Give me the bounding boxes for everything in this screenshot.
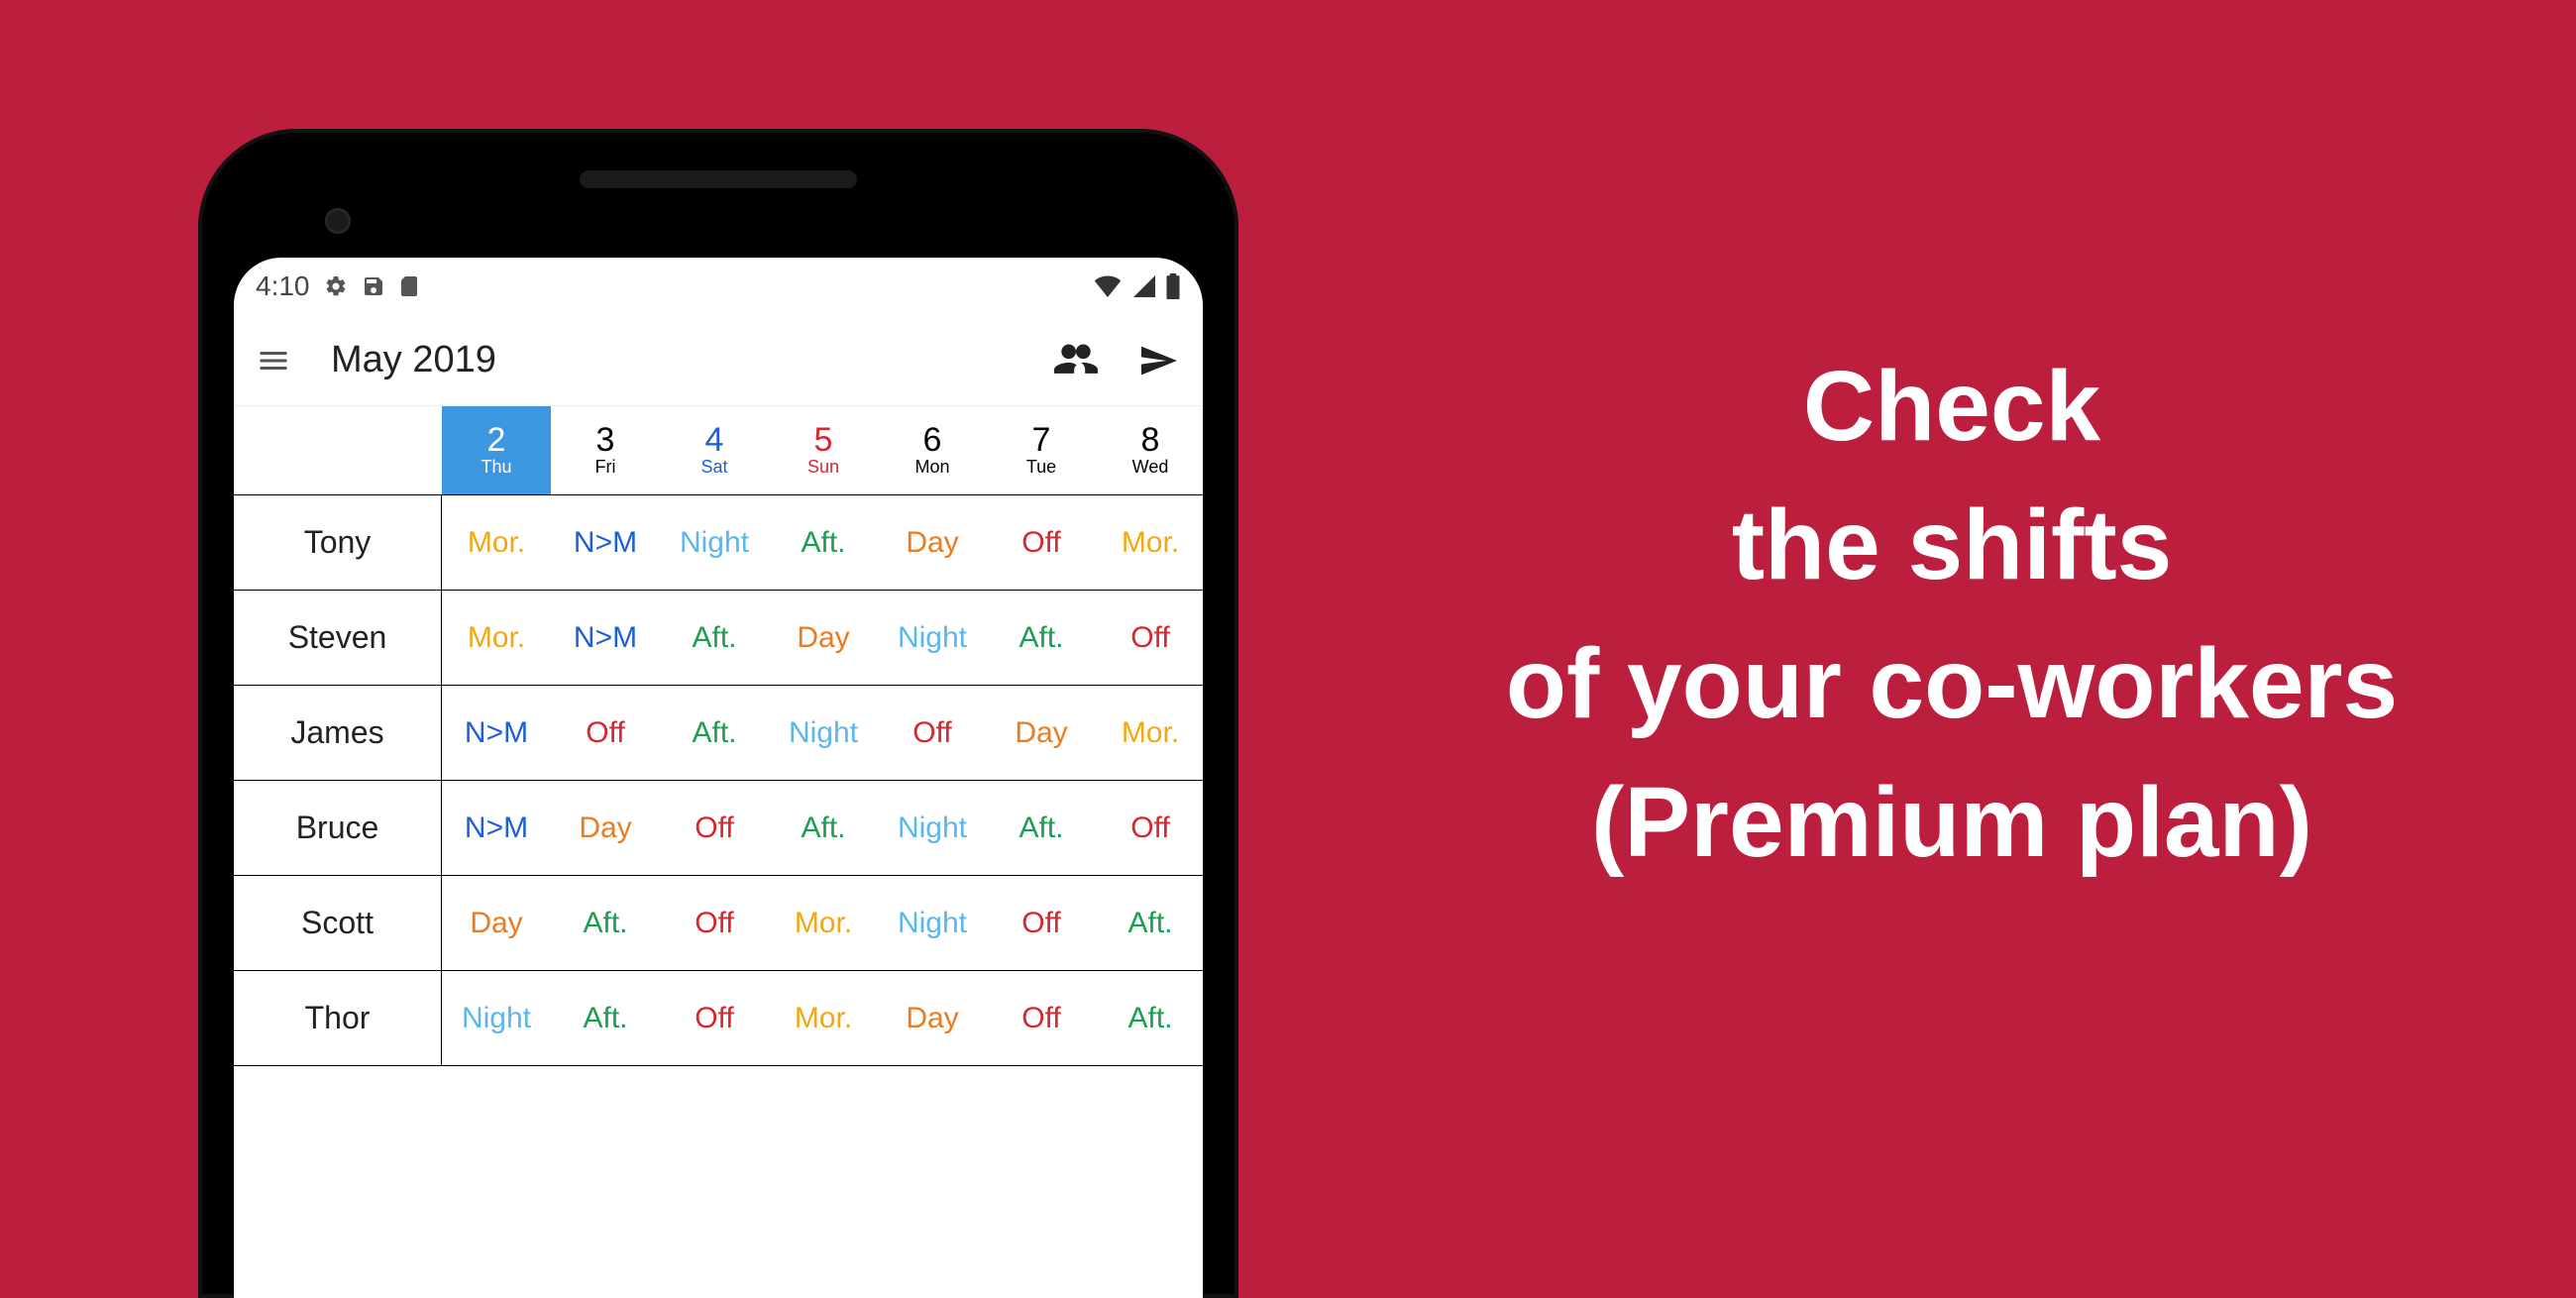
sd-card-icon	[399, 274, 419, 298]
people-icon[interactable]	[1054, 343, 1098, 379]
worker-name[interactable]: Scott	[234, 876, 442, 970]
day-label: Tue	[1026, 457, 1056, 479]
shift-cell[interactable]: Off	[1096, 781, 1203, 875]
promo-line: (Premium plan)	[1367, 753, 2536, 892]
shift-cell[interactable]: Off	[660, 971, 769, 1065]
worker-name[interactable]: Thor	[234, 971, 442, 1065]
shift-cell[interactable]: Off	[660, 876, 769, 970]
promo-headline: Check the shifts of your co-workers (Pre…	[1367, 337, 2536, 892]
shift-cell[interactable]: Night	[660, 495, 769, 590]
gear-icon	[324, 274, 348, 298]
shift-cell[interactable]: Aft.	[769, 495, 878, 590]
wifi-icon	[1094, 275, 1122, 297]
shift-cell[interactable]: Aft.	[769, 781, 878, 875]
shift-cell[interactable]: Day	[878, 971, 987, 1065]
day-label: Sun	[807, 457, 839, 479]
shift-cell[interactable]: Aft.	[660, 686, 769, 780]
shift-cell[interactable]: Mor.	[442, 495, 551, 590]
shift-cell[interactable]: N>M	[551, 495, 660, 590]
day-header[interactable]: 8Wed	[1096, 406, 1203, 494]
app-title[interactable]: May 2019	[331, 339, 496, 381]
day-header[interactable]: 7Tue	[987, 406, 1096, 494]
table-row: ScottDayAft.OffMor.NightOffAft.	[234, 876, 1203, 971]
shift-cell[interactable]: Off	[1096, 591, 1203, 685]
shift-cell[interactable]: Aft.	[1096, 971, 1203, 1065]
shift-cell[interactable]: N>M	[551, 591, 660, 685]
day-number: 8	[1141, 423, 1160, 457]
shift-cell[interactable]: Off	[660, 781, 769, 875]
shift-cell[interactable]: Mor.	[769, 971, 878, 1065]
name-column-header	[234, 406, 442, 494]
shift-cell[interactable]: Day	[769, 591, 878, 685]
shift-cell[interactable]: Day	[987, 686, 1096, 780]
day-number: 3	[596, 423, 615, 457]
shift-cell[interactable]: Night	[442, 971, 551, 1065]
shift-cell[interactable]: Off	[987, 971, 1096, 1065]
shift-cell[interactable]: Night	[878, 591, 987, 685]
table-row: ThorNightAft.OffMor.DayOffAft.	[234, 971, 1203, 1066]
shift-cell[interactable]: Off	[551, 686, 660, 780]
shift-cell[interactable]: N>M	[442, 686, 551, 780]
shift-cell[interactable]: Aft.	[987, 591, 1096, 685]
shift-cell[interactable]: Off	[878, 686, 987, 780]
shift-cell[interactable]: Mor.	[1096, 686, 1203, 780]
promo-line: the shifts	[1367, 476, 2536, 614]
day-label: Mon	[914, 457, 949, 479]
status-bar: 4:10	[234, 258, 1203, 315]
day-header[interactable]: 2Thu	[442, 406, 551, 494]
shift-cell[interactable]: Day	[551, 781, 660, 875]
shift-cell[interactable]: Night	[878, 781, 987, 875]
shift-cell[interactable]: Aft.	[551, 971, 660, 1065]
app-bar: May 2019	[234, 315, 1203, 406]
hamburger-menu-icon[interactable]	[256, 343, 291, 379]
day-number: 7	[1032, 423, 1051, 457]
status-time: 4:10	[256, 270, 310, 302]
day-label: Thu	[481, 457, 511, 479]
shift-cell[interactable]: Aft.	[660, 591, 769, 685]
shift-cell[interactable]: Night	[878, 876, 987, 970]
day-label: Wed	[1132, 457, 1169, 479]
shift-cell[interactable]: Mor.	[769, 876, 878, 970]
phone-speaker	[580, 170, 857, 188]
phone-screen: 4:10	[234, 258, 1203, 1298]
day-header[interactable]: 3Fri	[551, 406, 660, 494]
day-number: 4	[705, 423, 724, 457]
date-header-row: 2Thu3Fri4Sat5Sun6Mon7Tue8Wed	[234, 406, 1203, 495]
battery-icon	[1165, 273, 1181, 299]
table-row: StevenMor.N>MAft.DayNightAft.Off	[234, 591, 1203, 686]
worker-name[interactable]: Tony	[234, 495, 442, 590]
shift-cell[interactable]: Mor.	[442, 591, 551, 685]
worker-name[interactable]: James	[234, 686, 442, 780]
day-number: 2	[487, 423, 506, 457]
shift-cell[interactable]: Mor.	[1096, 495, 1203, 590]
shift-cell[interactable]: Night	[769, 686, 878, 780]
table-row: TonyMor.N>MNightAft.DayOffMor.	[234, 495, 1203, 591]
shift-cell[interactable]: Day	[442, 876, 551, 970]
shift-cell[interactable]: Aft.	[551, 876, 660, 970]
shift-cell[interactable]: Aft.	[987, 781, 1096, 875]
day-label: Fri	[595, 457, 616, 479]
shift-cell[interactable]: Day	[878, 495, 987, 590]
save-icon	[362, 274, 385, 298]
phone-camera	[325, 208, 351, 234]
table-row: JamesN>MOffAft.NightOffDayMor.	[234, 686, 1203, 781]
signal-icon	[1131, 275, 1155, 297]
day-header[interactable]: 6Mon	[878, 406, 987, 494]
shift-cell[interactable]: Aft.	[1096, 876, 1203, 970]
day-number: 6	[923, 423, 942, 457]
send-icon[interactable]	[1137, 343, 1181, 379]
worker-name[interactable]: Bruce	[234, 781, 442, 875]
day-header[interactable]: 4Sat	[660, 406, 769, 494]
day-label: Sat	[700, 457, 727, 479]
table-row: BruceN>MDayOffAft.NightAft.Off	[234, 781, 1203, 876]
promo-line: of your co-workers	[1367, 614, 2536, 753]
promo-line: Check	[1367, 337, 2536, 476]
day-number: 5	[814, 423, 833, 457]
shift-cell[interactable]: Off	[987, 876, 1096, 970]
worker-name[interactable]: Steven	[234, 591, 442, 685]
day-header[interactable]: 5Sun	[769, 406, 878, 494]
shift-cell[interactable]: Off	[987, 495, 1096, 590]
phone-frame: 4:10	[198, 129, 1238, 1298]
shift-cell[interactable]: N>M	[442, 781, 551, 875]
